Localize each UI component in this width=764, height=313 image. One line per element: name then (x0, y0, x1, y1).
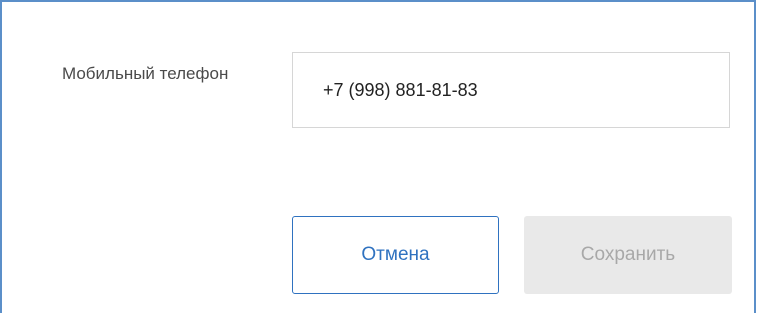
save-button[interactable]: Сохранить (524, 216, 732, 294)
mobile-phone-label: Мобильный телефон (62, 64, 229, 83)
phone-edit-panel: Мобильный телефон Отмена Сохранить (0, 0, 756, 313)
cancel-button[interactable]: Отмена (292, 216, 499, 294)
mobile-phone-input[interactable] (292, 52, 730, 128)
